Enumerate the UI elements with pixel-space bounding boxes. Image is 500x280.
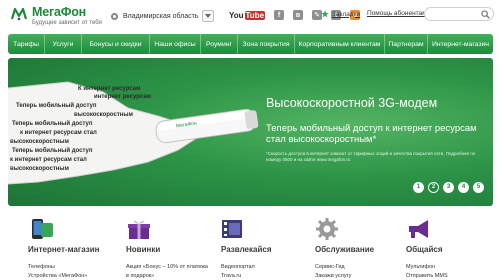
scroll-text-line: К интернет ресурсам — [78, 86, 141, 92]
category-new[interactable]: Новинки Акция «Бонус – 10% от платежа в … — [126, 214, 226, 280]
scroll-text-line: Теперь мобильный доступ — [16, 103, 97, 109]
logo-tagline: Будущее зависит от тебя — [32, 20, 102, 26]
category-link[interactable]: Телефоны — [28, 264, 55, 270]
category-link[interactable]: Сервис-Гид — [315, 264, 345, 270]
pager-dot[interactable]: 3 — [443, 182, 454, 193]
vkontakte-icon[interactable]: в — [293, 10, 304, 20]
phone-icon — [32, 219, 53, 239]
nav-item-offices[interactable]: Наши офисы — [150, 34, 201, 54]
pager-dot[interactable]: 1 — [413, 182, 424, 193]
region-selector[interactable]: Владимирская область — [110, 9, 214, 23]
nav-item-shop[interactable]: Интернет-магазин — [428, 34, 493, 54]
help-link[interactable]: Помощь абонентам — [367, 10, 427, 17]
scroll-text-line: высокоскоростным — [10, 139, 69, 145]
logo[interactable]: МегаФон Будущее зависит от тебя — [10, 5, 110, 29]
scroll-text-line: интернет ресурсам — [94, 94, 152, 100]
scroll-text-line: Теперь мобильный доступ — [12, 121, 93, 127]
category-title: Новинки — [126, 245, 161, 254]
nav-item-tariffs[interactable]: Тарифы — [8, 34, 45, 54]
category-entertainment[interactable]: Развлекайся Видеопортал Trava.ru — [221, 214, 321, 280]
category-link[interactable]: Акция «Бонус – 10% от платежа — [126, 264, 208, 270]
category-link[interactable]: Закажи услугу — [315, 273, 351, 279]
pager-dot[interactable]: 4 — [458, 182, 469, 193]
nav-item-roaming[interactable]: Роуминг — [201, 34, 238, 54]
category-link[interactable]: в подарок» — [126, 273, 154, 279]
bookmarks-link[interactable]: Закладки — [321, 10, 360, 18]
banner-subtitle: Теперь мобильный доступ к интернет ресур… — [266, 123, 477, 145]
category-link[interactable]: Отправить MMS — [406, 273, 448, 279]
region-dropdown-button[interactable] — [201, 10, 214, 22]
bookmarks-label: Закладки — [332, 10, 361, 18]
gear-icon — [316, 218, 338, 240]
nav-item-bonuses[interactable]: Бонусы и скидки — [82, 34, 150, 54]
banner-pager: 1 2 3 4 5 — [409, 182, 484, 193]
category-title: Развлекайся — [221, 245, 272, 254]
youtube-badge: Tube — [244, 10, 266, 20]
nav-item-corporate[interactable]: Корпоративным клиентам — [295, 34, 385, 54]
category-link[interactable]: Устройства «МегаФон» — [28, 273, 87, 279]
chevron-down-icon — [204, 14, 211, 18]
star-icon — [321, 10, 329, 18]
main-nav: Тарифы Услуги Бонусы и скидки Наши офисы… — [8, 34, 493, 54]
category-link[interactable]: Мультифон — [406, 264, 435, 270]
film-icon — [222, 220, 242, 238]
banner-title: Высокоскоростной 3G-модем — [266, 96, 438, 110]
category-service[interactable]: Обслуживание Сервис-Гид Закажи услугу — [315, 214, 415, 280]
region-label: Владимирская область — [123, 12, 199, 20]
category-communicate[interactable]: Общайся Мультифон Отправить MMS — [406, 214, 500, 280]
category-link[interactable]: Trava.ru — [221, 273, 241, 279]
category-title: Обслуживание — [315, 245, 375, 254]
page: МегаФон Будущее зависит от тебя Владимир… — [0, 0, 500, 280]
header: МегаФон Будущее зависит от тебя Владимир… — [0, 0, 500, 32]
nav-item-partners[interactable]: Партнерам — [385, 34, 428, 54]
logo-name: МегаФон — [32, 5, 86, 19]
category-shop[interactable]: Интернет-магазин Телефоны Устройства «Ме… — [28, 214, 128, 280]
scroll-text-line: к интернет ресурсам стал — [20, 130, 97, 136]
youtube-icon[interactable]: You Tube — [229, 10, 266, 20]
category-title: Интернет-магазин — [28, 245, 100, 254]
nav-item-coverage[interactable]: Зона покрытия — [238, 34, 295, 54]
promo-banner[interactable]: К интернет ресурсам интернет ресурсам Те… — [8, 58, 493, 206]
megafon-logo-icon — [10, 7, 28, 21]
youtube-text: You — [229, 10, 244, 20]
facebook-icon[interactable]: f — [274, 10, 285, 20]
location-pin-icon — [110, 12, 119, 20]
search-icon[interactable] — [481, 10, 490, 19]
megaphone-icon — [409, 220, 428, 238]
search-input[interactable] — [424, 7, 494, 21]
scroll-text-line: высокоскоростным — [10, 166, 69, 172]
category-link[interactable]: Видеопортал — [221, 264, 255, 270]
pager-dot-active[interactable]: 2 — [428, 182, 439, 193]
banner-footnote: *Скорость доступа в интернет зависит от … — [266, 151, 476, 162]
nav-item-services[interactable]: Услуги — [45, 34, 82, 54]
pager-dot[interactable]: 5 — [473, 182, 484, 193]
scroll-text-line: высокоскоростным — [74, 112, 133, 118]
gift-icon — [128, 220, 150, 239]
categories: Интернет-магазин Телефоны Устройства «Ме… — [28, 214, 498, 280]
scroll-text-line: к интернет ресурсам стал — [10, 157, 87, 163]
category-title: Общайся — [406, 245, 443, 254]
scroll-text-line: Теперь мобильный доступ — [12, 148, 93, 154]
